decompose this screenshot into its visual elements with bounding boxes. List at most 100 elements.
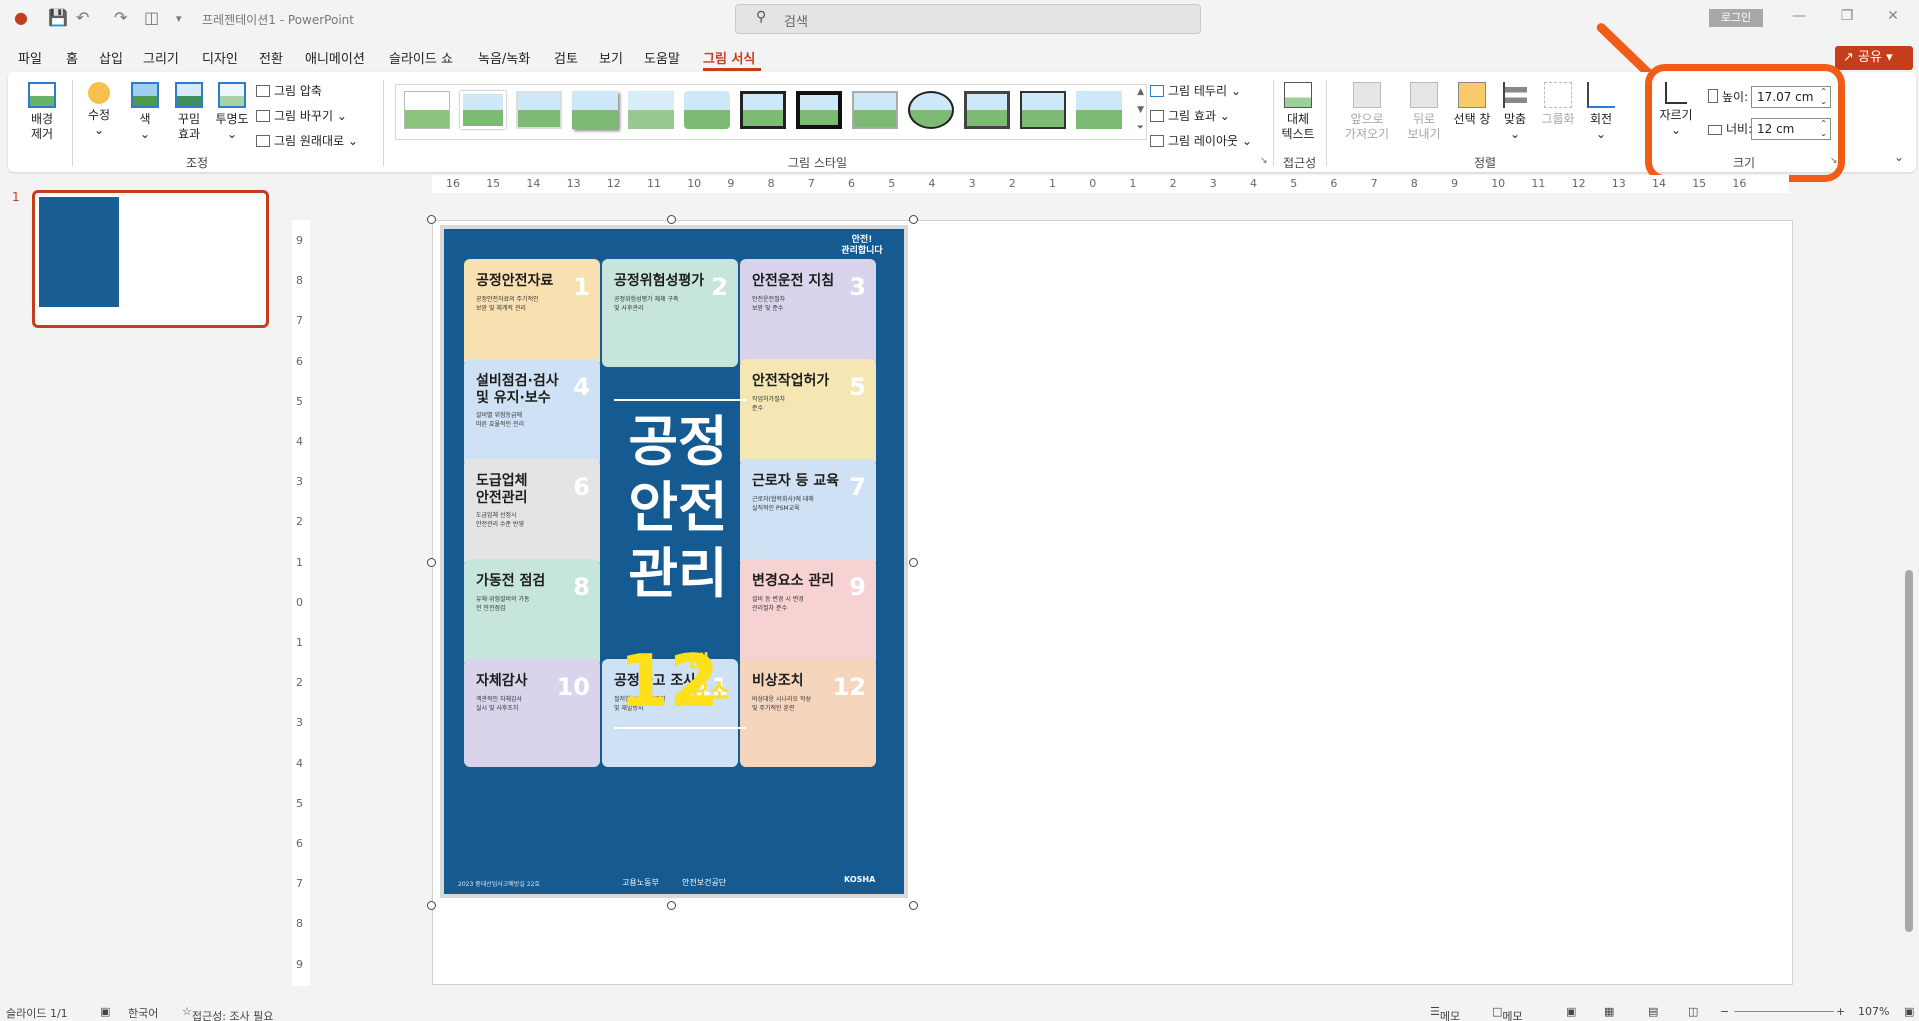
normal-view-icon[interactable]: ▣ (1566, 1005, 1576, 1018)
comments-button[interactable]: □ 메모 (1492, 1005, 1523, 1021)
zoom-slider[interactable] (1734, 1011, 1834, 1012)
tab-slideshow[interactable]: 슬라이드 쇼 (389, 48, 453, 67)
accessibility-status[interactable]: ☆ 접근성: 조사 필요 (182, 1005, 273, 1021)
style-thumbnail[interactable] (796, 91, 842, 129)
selection-pane-button[interactable]: 선택 창 (1452, 82, 1492, 127)
ruler-tick: 7 (807, 177, 815, 190)
style-thumbnail[interactable] (964, 91, 1010, 129)
zoom-level[interactable]: 107% (1858, 1005, 1889, 1018)
save-icon[interactable]: 💾 (48, 8, 68, 27)
tab-file[interactable]: 파일 (18, 48, 42, 67)
vertical-scrollbar[interactable] (1905, 570, 1913, 932)
resize-handle[interactable] (909, 901, 918, 910)
style-thumbnail[interactable] (628, 91, 674, 129)
style-thumbnail[interactable] (1020, 91, 1066, 129)
zoom-out-icon[interactable]: − (1720, 1005, 1729, 1018)
close-icon[interactable]: ✕ (1878, 8, 1908, 24)
style-thumbnail[interactable] (908, 91, 954, 129)
login-button[interactable]: 로그인 (1709, 9, 1763, 27)
vertical-ruler[interactable]: 9 8 7 6 5 4 3 2 1 0 1 2 3 4 5 6 7 8 9 (292, 220, 310, 986)
resize-handle[interactable] (427, 558, 436, 567)
poster-title: 공정 안전 관리 (628, 410, 728, 605)
artistic-effects-button[interactable]: 꾸밈 효과 (168, 82, 210, 142)
tab-transitions[interactable]: 전환 (259, 48, 283, 67)
tab-insert[interactable]: 삽입 (99, 48, 123, 67)
gallery-more-icon[interactable]: ⏷ (1137, 123, 1144, 133)
style-thumbnail[interactable] (740, 91, 786, 129)
style-thumbnail[interactable] (572, 91, 618, 129)
tab-review[interactable]: 검토 (554, 48, 578, 67)
minimize-icon[interactable]: — (1784, 8, 1814, 24)
fit-slide-icon[interactable]: ▣ (1904, 1005, 1914, 1018)
share-button[interactable]: ↗ 공유 ▾ (1835, 46, 1913, 70)
tab-design[interactable]: 디자인 (202, 48, 238, 67)
card-number: 2 (711, 273, 728, 301)
resize-handle[interactable] (909, 215, 918, 224)
ruler-tick: 1 (1129, 177, 1137, 190)
resize-handle[interactable] (427, 215, 436, 224)
language-status[interactable]: 한국어 (128, 1005, 158, 1021)
tab-animations[interactable]: 애니메이션 (305, 48, 365, 67)
picture-border-button[interactable]: 그림 테두리 ⌄ (1150, 82, 1241, 99)
picture-effects-button[interactable]: 그림 효과 ⌄ (1150, 107, 1230, 124)
present-icon[interactable]: ◫ (144, 8, 159, 27)
zoom-in-icon[interactable]: + (1836, 1005, 1845, 1018)
separator (1273, 80, 1274, 166)
customize-qat-icon[interactable]: ▾ (176, 12, 182, 25)
reset-picture-button[interactable]: 그림 원래대로 ⌄ (256, 132, 358, 149)
style-thumbnail[interactable] (1076, 91, 1122, 129)
card-number: 3 (849, 273, 866, 301)
tab-view[interactable]: 보기 (599, 48, 623, 67)
corrections-button[interactable]: 수정 ⌄ (78, 82, 120, 138)
notes-button[interactable]: ☰ 메모 (1430, 1005, 1460, 1021)
separator (383, 80, 384, 166)
tab-record[interactable]: 녹음/녹화 (478, 48, 530, 67)
redo-icon[interactable]: ↷ (114, 8, 127, 27)
color-button[interactable]: 색 ⌄ (128, 82, 162, 142)
alt-text-button[interactable]: 대체 텍스트 (1278, 82, 1318, 142)
tab-help[interactable]: 도움말 (644, 48, 680, 67)
style-thumbnail[interactable] (460, 91, 506, 129)
card-subtitle: 공정안전자료의 주기적인 보완 및 체계적 관리 (476, 296, 539, 312)
style-thumbnail[interactable] (516, 91, 562, 129)
slide-sorter-icon[interactable]: ▦ (1604, 1005, 1614, 1018)
dialog-launcher-icon[interactable]: ↘ (1260, 156, 1268, 166)
resize-handle[interactable] (667, 901, 676, 910)
ruler-tick: 4 (1250, 177, 1257, 190)
undo-icon[interactable]: ↶ (76, 8, 89, 27)
align-button[interactable]: 맞춤 ⌄ (1498, 82, 1532, 142)
resize-handle[interactable] (909, 558, 918, 567)
ruler-tick: 5 (296, 394, 303, 408)
poster-image[interactable]: 안전! 관리합니다 공정안전자료 1 공정안전자료의 주기적인 보완 및 체계적 관… (440, 225, 908, 898)
style-thumbnail[interactable] (404, 91, 450, 129)
remove-background-button[interactable]: 배경 제거 (24, 82, 60, 142)
collapse-ribbon-icon[interactable]: ⌄ (1894, 150, 1904, 164)
gallery-scroll-up-icon[interactable]: ▲ (1137, 87, 1144, 97)
picture-layout-button[interactable]: 그림 레이아웃 ⌄ (1150, 132, 1252, 149)
picture-styles-gallery[interactable]: ▲ ▼ ⏷ (395, 84, 1147, 140)
change-picture-button[interactable]: 그림 바꾸기 ⌄ (256, 107, 347, 124)
group-button[interactable]: 그룹화 (1538, 82, 1578, 127)
tab-picture-format[interactable]: 그림 서식 (703, 48, 755, 67)
resize-handle[interactable] (427, 901, 436, 910)
style-thumbnail[interactable] (684, 91, 730, 129)
style-thumbnail[interactable] (852, 91, 898, 129)
restore-icon[interactable]: ❐ (1832, 8, 1862, 24)
slideshow-view-icon[interactable]: ◫ (1688, 1005, 1698, 1018)
send-backward-button[interactable]: 뒤로 보내기 (1402, 82, 1446, 142)
transparency-button[interactable]: 투명도 ⌄ (212, 82, 252, 142)
reading-view-icon[interactable]: ▤ (1648, 1005, 1658, 1018)
ruler-tick: 2 (296, 676, 303, 690)
powerpoint-window: ● 💾 ↶ ↷ ◫ ▾ 프레젠테이션1 - PowerPoint ⚲ 검색 로그… (0, 0, 1919, 1021)
spellcheck-icon[interactable]: ▣ (100, 1005, 110, 1018)
bring-forward-button[interactable]: 앞으로 가져오기 (1338, 82, 1396, 142)
tab-home[interactable]: 홈 (66, 48, 78, 67)
gallery-scroll-down-icon[interactable]: ▼ (1137, 105, 1144, 115)
tab-draw[interactable]: 그리기 (143, 48, 179, 67)
compress-pictures-button[interactable]: 그림 압축 (256, 82, 322, 99)
search-box[interactable]: ⚲ 검색 (735, 4, 1201, 34)
slide-thumbnail[interactable] (32, 190, 269, 328)
horizontal-ruler[interactable]: 16 15 14 13 12 11 10 9 8 7 6 5 4 3 2 1 0 1 2 3 4 5 6 7 8 9 10 11 12 1… (432, 175, 1789, 193)
rotate-button[interactable]: 회전 ⌄ (1584, 82, 1618, 142)
resize-handle[interactable] (667, 215, 676, 224)
